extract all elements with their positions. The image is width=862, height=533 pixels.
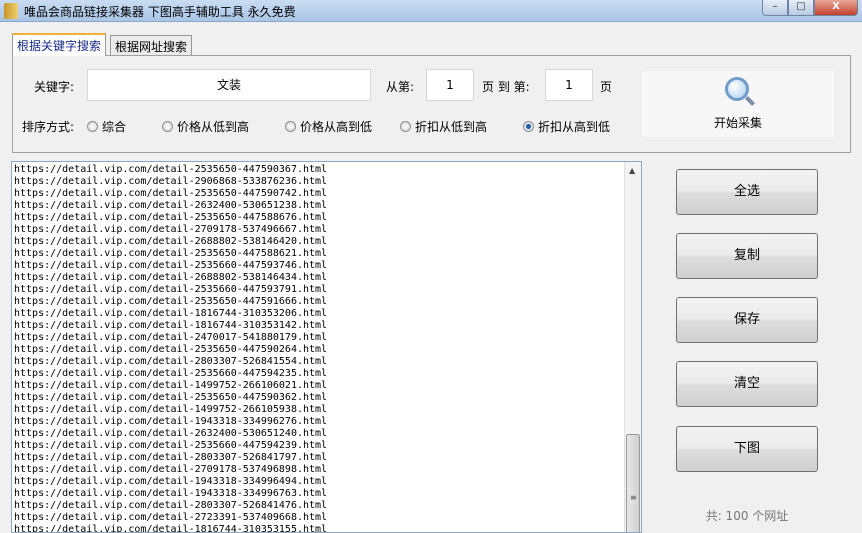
url-row: https://detail.vip.com/detail-2535650-44… xyxy=(14,212,328,223)
start-collect-label: 开始采集 xyxy=(713,116,762,130)
radio-checked-icon xyxy=(523,121,534,132)
from-page-label: 从第: xyxy=(386,80,415,94)
url-row: https://detail.vip.com/detail-2470017-54… xyxy=(14,332,328,343)
radio-label: 价格从高到低 xyxy=(300,120,373,134)
page-unit-label: 页 xyxy=(600,80,613,94)
url-row: https://detail.vip.com/detail-2803307-52… xyxy=(14,356,328,367)
radio-icon xyxy=(87,121,98,132)
to-page-input[interactable]: 1 xyxy=(545,69,593,101)
radio-label: 折扣从低到高 xyxy=(415,120,488,134)
radio-label: 折扣从高到低 xyxy=(538,120,611,134)
save-button[interactable]: 保存 xyxy=(676,297,818,343)
app-icon xyxy=(4,3,18,19)
url-count: 共: 100 个网址 xyxy=(705,509,789,523)
radio-label: 价格从低到高 xyxy=(177,120,250,134)
url-row: https://detail.vip.com/detail-1816744-31… xyxy=(14,308,328,319)
vertical-scrollbar[interactable]: ▲ ≡ xyxy=(624,162,641,532)
from-page-input[interactable]: 1 xyxy=(426,69,474,101)
radio-icon xyxy=(162,121,173,132)
magnifier-handle-icon xyxy=(745,96,755,106)
url-row: https://detail.vip.com/detail-2535660-44… xyxy=(14,260,328,271)
url-row: https://detail.vip.com/detail-2535650-44… xyxy=(14,188,328,199)
grip-icon: ≡ xyxy=(630,493,637,502)
title-bar: 唯品会商品链接采集器 下图高手辅助工具 永久免费 – □ X xyxy=(0,0,862,22)
copy-button[interactable]: 复制 xyxy=(676,233,818,279)
keyword-label: 关键字: xyxy=(34,80,75,94)
window-title: 唯品会商品链接采集器 下图高手辅助工具 永久免费 xyxy=(24,5,296,19)
url-row: https://detail.vip.com/detail-2632400-53… xyxy=(14,200,328,211)
url-row: https://detail.vip.com/detail-1499752-26… xyxy=(14,404,328,415)
url-row: https://detail.vip.com/detail-2688802-53… xyxy=(14,272,328,283)
scroll-up-arrow-icon[interactable]: ▲ xyxy=(629,166,635,175)
url-row: https://detail.vip.com/detail-2632400-53… xyxy=(14,428,328,439)
maximize-button[interactable]: □ xyxy=(788,0,814,16)
scroll-thumb[interactable]: ≡ xyxy=(626,434,640,532)
sort-radio-price-desc[interactable]: 价格从高到低 xyxy=(285,118,372,135)
url-row: https://detail.vip.com/detail-2906868-53… xyxy=(14,176,328,187)
url-row: https://detail.vip.com/detail-2709178-53… xyxy=(14,464,328,475)
url-row: https://detail.vip.com/detail-2803307-52… xyxy=(14,452,328,463)
url-row: https://detail.vip.com/detail-2535660-44… xyxy=(14,284,328,295)
sort-radio-discount-asc[interactable]: 折扣从低到高 xyxy=(400,118,487,135)
url-row: https://detail.vip.com/detail-2803307-52… xyxy=(14,500,328,511)
url-row: https://detail.vip.com/detail-1943318-33… xyxy=(14,488,328,499)
sort-radio-discount-desc[interactable]: 折扣从高到低 xyxy=(523,118,610,135)
url-row: https://detail.vip.com/detail-2688802-53… xyxy=(14,236,328,247)
sort-radio-price-asc[interactable]: 价格从低到高 xyxy=(162,118,249,135)
radio-icon xyxy=(285,121,296,132)
url-row: https://detail.vip.com/detail-2709178-53… xyxy=(14,224,328,235)
url-row: https://detail.vip.com/detail-2535650-44… xyxy=(14,248,328,259)
url-row: https://detail.vip.com/detail-1943318-33… xyxy=(14,476,328,487)
tab-url-search[interactable]: 根据网址搜索 xyxy=(110,35,193,56)
sort-label: 排序方式: xyxy=(22,120,75,134)
url-row: https://detail.vip.com/detail-1499752-26… xyxy=(14,380,328,391)
close-button[interactable]: X xyxy=(814,0,858,16)
to-page-label: 页 到 第: xyxy=(482,80,530,94)
url-row: https://detail.vip.com/detail-2535650-44… xyxy=(14,164,328,175)
url-row: https://detail.vip.com/detail-2535650-44… xyxy=(14,392,328,403)
download-images-button[interactable]: 下图 xyxy=(676,426,818,472)
start-collect-button[interactable]: 开始采集 xyxy=(642,71,834,137)
url-row: https://detail.vip.com/detail-1816744-31… xyxy=(14,320,328,331)
url-row: https://detail.vip.com/detail-2535650-44… xyxy=(14,296,328,307)
select-all-button[interactable]: 全选 xyxy=(676,169,818,215)
tab-keyword-search[interactable]: 根据关键字搜索 xyxy=(12,33,107,56)
url-row: https://detail.vip.com/detail-1816744-31… xyxy=(14,524,328,533)
radio-label: 综合 xyxy=(102,120,127,134)
sort-radio-default[interactable]: 综合 xyxy=(87,118,126,135)
minimize-button[interactable]: – xyxy=(762,0,788,16)
url-lines: https://detail.vip.com/detail-2535650-44… xyxy=(14,164,328,533)
url-row: https://detail.vip.com/detail-2535660-44… xyxy=(14,368,328,379)
url-row: https://detail.vip.com/detail-2723391-53… xyxy=(14,512,328,523)
radio-icon xyxy=(400,121,411,132)
clear-button[interactable]: 清空 xyxy=(676,361,818,407)
url-row: https://detail.vip.com/detail-2535660-44… xyxy=(14,440,328,451)
keyword-input[interactable]: 文装 xyxy=(87,69,371,101)
url-list[interactable]: https://detail.vip.com/detail-2535650-44… xyxy=(11,161,642,533)
url-row: https://detail.vip.com/detail-2535650-44… xyxy=(14,344,328,355)
url-row: https://detail.vip.com/detail-1943318-33… xyxy=(14,416,328,427)
